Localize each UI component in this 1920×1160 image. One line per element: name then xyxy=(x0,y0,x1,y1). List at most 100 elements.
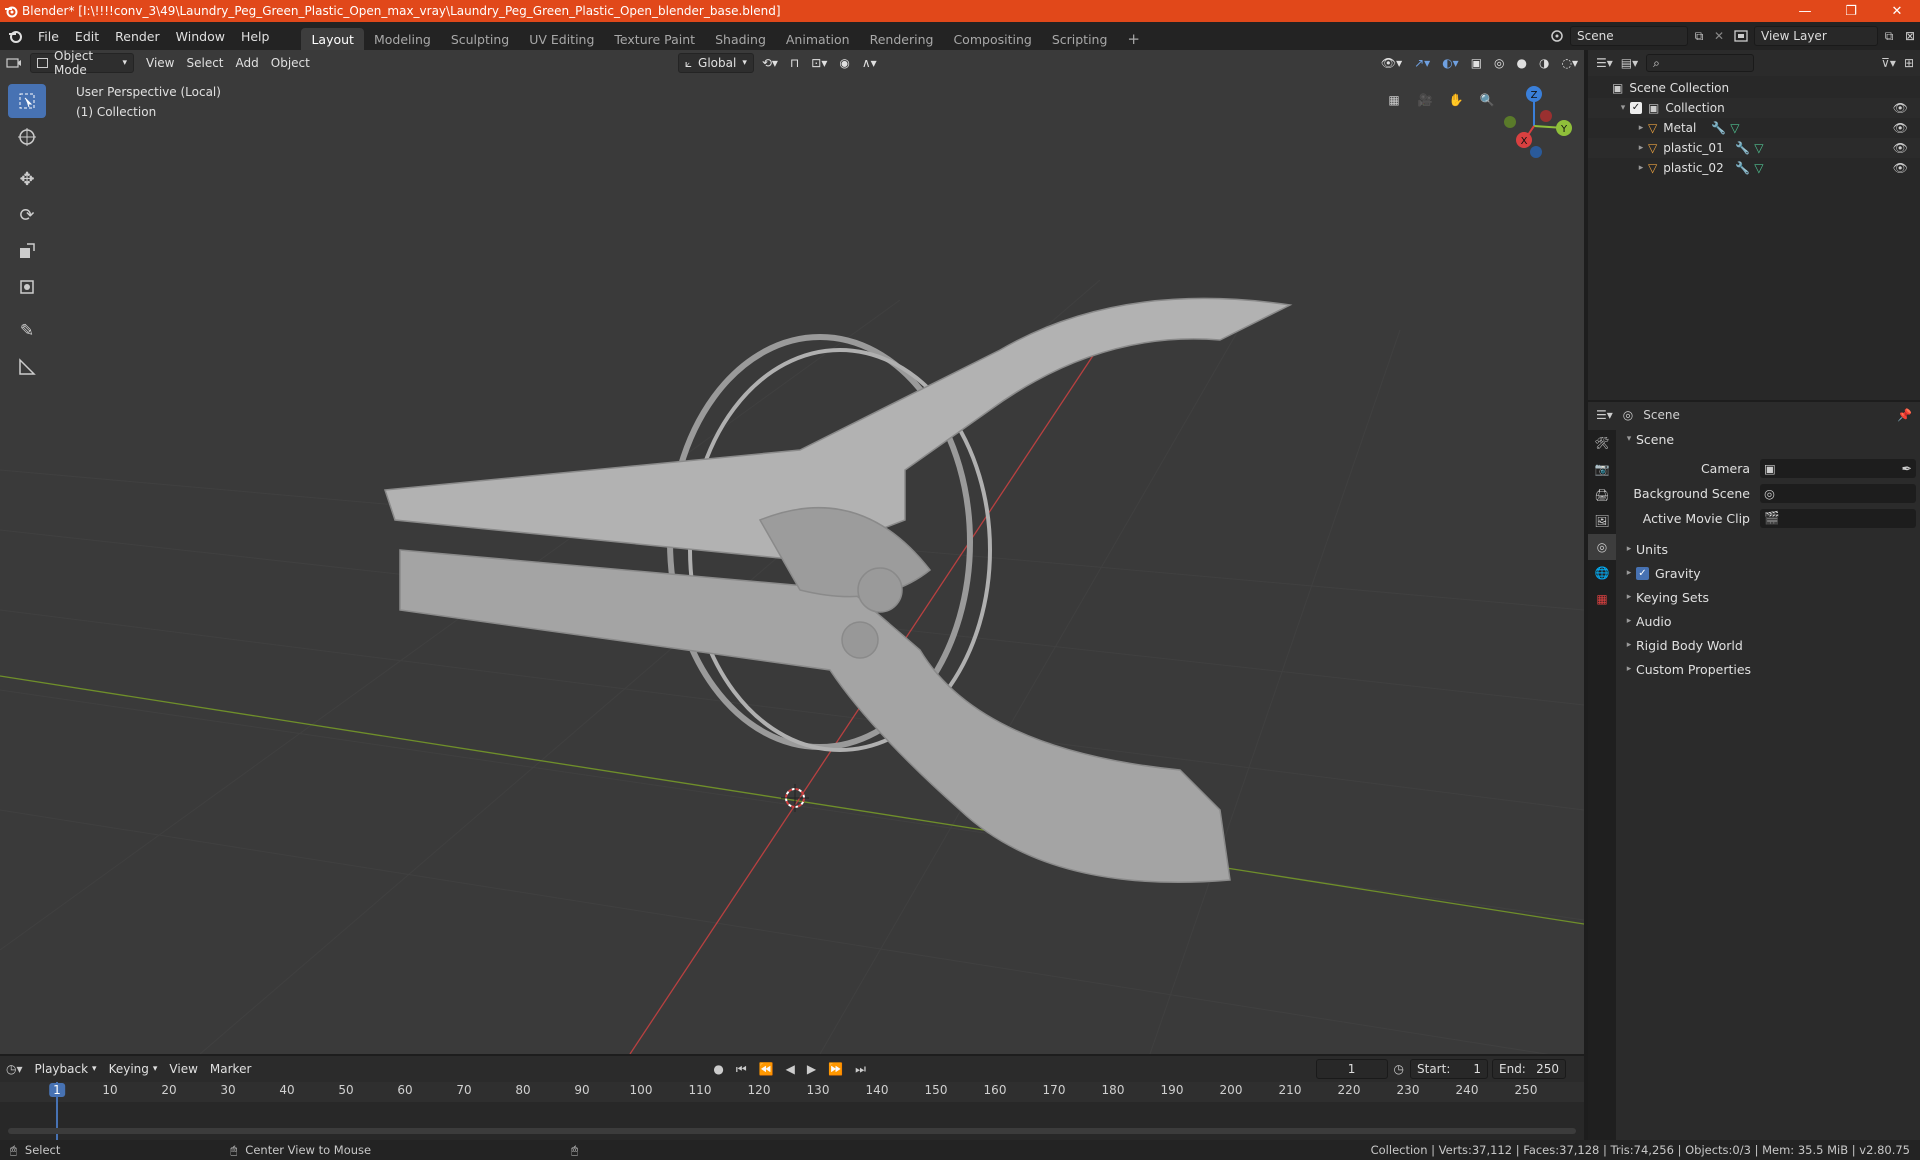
menu-select[interactable]: Select xyxy=(180,53,229,73)
pan-hand-icon[interactable]: ✋ xyxy=(1442,86,1470,114)
xray-toggle-icon[interactable]: ▣ xyxy=(1465,53,1488,73)
snap-icon[interactable]: ⊓ xyxy=(784,53,805,73)
collection-checkbox[interactable]: ✓ xyxy=(1630,102,1642,114)
menu-render[interactable]: Render xyxy=(107,22,168,50)
tab-modeling[interactable]: Modeling xyxy=(364,28,441,50)
play-reverse-button[interactable]: ◀ xyxy=(780,1059,801,1079)
filter-icon[interactable]: ⊽▾ xyxy=(1881,56,1896,70)
rotate-tool[interactable]: ⟳ xyxy=(8,198,46,232)
visibility-eye-icon[interactable]: 👁 xyxy=(1893,101,1908,115)
record-button[interactable]: ● xyxy=(707,1059,729,1079)
menu-marker[interactable]: Marker xyxy=(204,1059,257,1079)
visibility-icon[interactable]: 👁▾ xyxy=(1375,53,1408,73)
scene-browse-icon[interactable] xyxy=(1544,29,1570,43)
menu-keying[interactable]: Keying ▾ xyxy=(103,1059,164,1079)
scene-panel-header[interactable]: ▾ Scene xyxy=(1622,428,1916,450)
end-frame-field[interactable]: End: 250 xyxy=(1492,1059,1566,1079)
properties-editor-icon[interactable]: ☰▾ xyxy=(1596,408,1613,422)
camera-view-icon[interactable]: 🎥 xyxy=(1411,86,1439,114)
menu-edit[interactable]: Edit xyxy=(67,22,107,50)
eyedropper-icon[interactable]: ✒ xyxy=(1902,461,1912,476)
expand-arrow-icon[interactable]: ▸ xyxy=(1634,143,1648,153)
tab-animation[interactable]: Animation xyxy=(776,28,860,50)
close-button[interactable]: ✕ xyxy=(1874,0,1920,22)
menu-view[interactable]: View xyxy=(140,53,180,73)
tab-sculpting[interactable]: Sculpting xyxy=(441,28,519,50)
menu-help[interactable]: Help xyxy=(233,22,278,50)
cursor-tool[interactable] xyxy=(8,120,46,154)
play-button[interactable]: ▶ xyxy=(801,1059,822,1079)
view-layer-copy-icon[interactable]: ⧉ xyxy=(1878,29,1900,44)
view-layer-tab-icon[interactable]: 🖼 xyxy=(1588,508,1616,534)
rendered-shading-icon[interactable]: ◌▾ xyxy=(1556,53,1585,73)
current-frame-marker[interactable]: 1 xyxy=(49,1083,65,1097)
render-tab-icon[interactable]: 📷 xyxy=(1588,456,1616,482)
jump-end-button[interactable]: ⏭ xyxy=(849,1059,872,1079)
view-layer-selector[interactable]: View Layer xyxy=(1754,26,1878,46)
next-keyframe-button[interactable]: ⏩ xyxy=(822,1059,849,1079)
outliner-search-input[interactable]: ⌕ xyxy=(1646,54,1755,72)
tool-settings-tab-icon[interactable]: 🛠 xyxy=(1588,430,1616,456)
material-shading-icon[interactable]: ◑ xyxy=(1533,53,1555,73)
minimize-button[interactable]: — xyxy=(1782,0,1828,22)
scene-remove-icon[interactable]: ✕ xyxy=(1710,29,1728,43)
start-frame-field[interactable]: Start: 1 xyxy=(1410,1059,1488,1079)
expand-arrow-icon[interactable]: ▸ xyxy=(1634,163,1648,173)
gizmo-toggle-icon[interactable]: ↗▾ xyxy=(1408,53,1436,73)
menu-timeline-view[interactable]: View xyxy=(163,1059,203,1079)
proportional-edit-icon[interactable]: ◉ xyxy=(833,53,855,73)
solid-shading-icon[interactable]: ● xyxy=(1511,53,1533,73)
visibility-eye-icon[interactable]: 👁 xyxy=(1893,161,1908,175)
tab-rendering[interactable]: Rendering xyxy=(860,28,944,50)
outliner-editor-icon[interactable]: ☰▾ xyxy=(1596,56,1613,70)
outliner-object-plastic-02[interactable]: ▸ ▽ plastic_02 🔧 ▽ 👁 xyxy=(1588,158,1920,178)
camera-field[interactable]: ▣ ✒ xyxy=(1760,458,1916,478)
navigation-gizmo[interactable]: Z Y X xyxy=(1490,82,1574,166)
transform-tool[interactable] xyxy=(8,270,46,304)
select-box-tool[interactable] xyxy=(8,84,46,118)
tab-compositing[interactable]: Compositing xyxy=(943,28,1041,50)
view-layer-browse-icon[interactable] xyxy=(1728,30,1754,42)
wireframe-shading-icon[interactable]: ◎ xyxy=(1488,53,1510,73)
keying-sets-panel-header[interactable]: ▸ Keying Sets xyxy=(1622,586,1916,608)
menu-file[interactable]: File xyxy=(30,22,67,50)
menu-playback[interactable]: Playback ▾ xyxy=(29,1059,103,1079)
blender-menu-icon[interactable] xyxy=(0,28,30,44)
world-tab-icon[interactable]: 🌐 xyxy=(1588,560,1616,586)
overlay-toggle-icon[interactable]: ◐▾ xyxy=(1436,53,1465,73)
timeline-editor-type-icon[interactable]: ◷▾ xyxy=(0,1059,29,1079)
expand-arrow-icon[interactable]: ▸ xyxy=(1634,123,1648,133)
current-frame-field[interactable]: 1 xyxy=(1315,1059,1388,1079)
visibility-eye-icon[interactable]: 👁 xyxy=(1893,141,1908,155)
falloff-icon[interactable]: ∧▾ xyxy=(856,53,883,73)
units-panel-header[interactable]: ▸ Units xyxy=(1622,538,1916,560)
outliner-collection[interactable]: ▾ ✓ ▣ Collection 👁 xyxy=(1588,98,1920,118)
texture-tab-icon[interactable]: ▦ xyxy=(1588,586,1616,612)
jump-start-button[interactable]: ⏮ xyxy=(730,1059,753,1079)
restore-button[interactable]: ❐ xyxy=(1828,0,1874,22)
editor-type-button[interactable] xyxy=(0,53,28,73)
transform-orientation-dropdown[interactable]: ⟀ Global ▾ xyxy=(677,53,754,73)
move-tool[interactable]: ✥ xyxy=(8,162,46,196)
expand-arrow-icon[interactable]: ▾ xyxy=(1616,103,1630,113)
menu-add[interactable]: Add xyxy=(230,53,265,73)
visibility-eye-icon[interactable]: 👁 xyxy=(1893,121,1908,135)
audio-panel-header[interactable]: ▸ Audio xyxy=(1622,610,1916,632)
background-scene-field[interactable]: ◎ xyxy=(1760,483,1916,503)
pivot-point-icon[interactable]: ⟲▾ xyxy=(756,53,784,73)
display-mode-icon[interactable]: ▤▾ xyxy=(1621,56,1638,70)
preview-range-icon[interactable]: ◷ xyxy=(1388,1059,1410,1079)
zoom-icon[interactable]: 🔍 xyxy=(1473,86,1501,114)
grid-toggle-icon[interactable]: ▦ xyxy=(1380,86,1408,114)
add-workspace-button[interactable]: + xyxy=(1117,28,1150,50)
3d-viewport[interactable] xyxy=(0,50,1584,1054)
tab-shading[interactable]: Shading xyxy=(705,28,776,50)
menu-object[interactable]: Object xyxy=(265,53,316,73)
scene-tab-icon[interactable]: ◎ xyxy=(1588,534,1616,560)
measure-tool[interactable] xyxy=(8,350,46,384)
rigid-body-world-panel-header[interactable]: ▸ Rigid Body World xyxy=(1622,634,1916,656)
custom-properties-panel-header[interactable]: ▸ Custom Properties xyxy=(1622,658,1916,680)
prev-keyframe-button[interactable]: ⏪ xyxy=(753,1059,780,1079)
tab-uv-editing[interactable]: UV Editing xyxy=(519,28,604,50)
annotate-tool[interactable]: ✎ xyxy=(8,314,46,348)
